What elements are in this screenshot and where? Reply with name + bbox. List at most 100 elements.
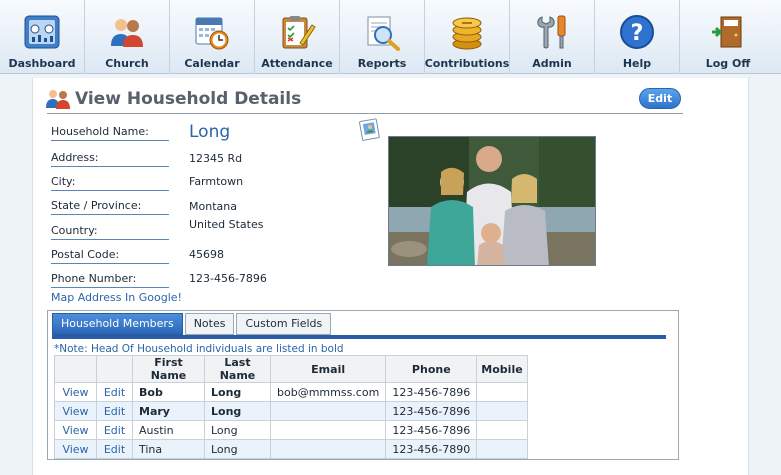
column-header-first-name: First Name <box>132 355 205 383</box>
change-photo-icon[interactable] <box>359 118 381 142</box>
exit-door-icon <box>712 16 742 48</box>
edit-household-button[interactable]: Edit <box>639 88 681 109</box>
household-details-card: View Household Details Edit Household Na… <box>32 78 749 475</box>
map-address-link[interactable]: Map Address In Google! <box>51 291 182 304</box>
main-toolbar: Dashboard Church Calendar Attendance Rep… <box>0 0 781 74</box>
toolbar-label: Calendar <box>184 57 240 70</box>
toolbar-help[interactable]: ? Help <box>595 0 680 74</box>
column-header-phone: Phone <box>385 355 478 383</box>
phone-number-label: Phone Number: <box>51 272 169 288</box>
member-email <box>269 420 387 440</box>
tab-custom-fields[interactable]: Custom Fields <box>236 313 332 335</box>
toolbar-calendar[interactable]: Calendar <box>170 0 255 74</box>
column-header-last-name: Last Name <box>204 355 271 383</box>
toolbar-log-off[interactable]: Log Off <box>680 0 776 74</box>
dashboard-icon <box>24 15 60 49</box>
toolbar-contributions[interactable]: Contributions <box>425 0 510 74</box>
toolbar-dashboard[interactable]: Dashboard <box>0 0 85 74</box>
household-tabs-panel: Household Members Notes Custom Fields *N… <box>47 310 679 460</box>
member-first-name: Tina <box>132 439 205 459</box>
toolbar-church[interactable]: Church <box>85 0 170 74</box>
household-name-value: Long <box>189 122 231 142</box>
member-mobile <box>476 382 528 402</box>
toolbar-reports[interactable]: Reports <box>340 0 425 74</box>
toolbar-label: Church <box>105 57 149 70</box>
country-label: Country: <box>51 224 169 240</box>
tab-underline <box>52 335 666 339</box>
coins-icon <box>452 17 482 50</box>
toolbar-label: Reports <box>357 57 407 70</box>
table-row: View Edit Austin Long 123-456-7896 <box>54 420 528 440</box>
view-member-link[interactable]: View <box>54 382 97 402</box>
member-mobile <box>476 439 528 459</box>
table-row: View Edit Tina Long 123-456-7890 <box>54 439 528 459</box>
member-mobile <box>476 420 528 440</box>
member-first-name: Mary <box>132 401 205 421</box>
members-table: First Name Last Name Email Phone Mobile … <box>54 355 528 459</box>
table-row: View Edit Bob Long bob@mmmss.com 123-456… <box>54 382 528 402</box>
toolbar-admin[interactable]: Admin <box>510 0 595 74</box>
toolbar-attendance[interactable]: Attendance <box>255 0 340 74</box>
postal-code-label: Postal Code: <box>51 248 169 264</box>
state-value: Montana <box>189 200 237 213</box>
column-header-mobile: Mobile <box>476 355 528 383</box>
member-email <box>269 439 387 459</box>
country-value: United States <box>189 218 264 231</box>
member-phone: 123-456-7896 <box>385 420 478 440</box>
member-mobile <box>476 401 528 421</box>
postal-code-value: 45698 <box>189 248 224 261</box>
title-divider <box>47 113 683 114</box>
attendance-clipboard-icon <box>282 16 316 49</box>
view-member-link[interactable]: View <box>54 401 97 421</box>
toolbar-label: Dashboard <box>8 57 76 70</box>
tab-bar: Household Members Notes Custom Fields <box>52 313 333 335</box>
member-phone: 123-456-7890 <box>385 439 478 459</box>
member-email: bob@mmmss.com <box>269 382 387 402</box>
tab-household-members[interactable]: Household Members <box>52 313 183 335</box>
calendar-icon <box>195 17 229 50</box>
household-photo <box>388 136 596 266</box>
toolbar-label: Admin <box>532 57 572 70</box>
view-member-link[interactable]: View <box>54 420 97 440</box>
table-row: View Edit Mary Long 123-456-7896 <box>54 401 528 421</box>
help-icon: ? <box>620 15 654 49</box>
member-last-name: Long <box>204 382 271 402</box>
page-header: View Household Details <box>45 88 301 110</box>
edit-member-link[interactable]: Edit <box>96 420 133 440</box>
toolbar-label: Log Off <box>705 57 751 70</box>
view-member-link[interactable]: View <box>54 439 97 459</box>
head-of-household-note: *Note: Head Of Household individuals are… <box>54 343 344 355</box>
page-title: View Household Details <box>75 89 302 109</box>
address-value: 12345 Rd <box>189 152 243 165</box>
table-header-row: First Name Last Name Email Phone Mobile <box>54 355 528 383</box>
member-last-name: Long <box>204 401 271 421</box>
column-header-email: Email <box>269 355 387 383</box>
household-people-icon <box>46 90 70 109</box>
column-header-view <box>54 355 97 383</box>
toolbar-label: Attendance <box>261 57 333 70</box>
member-email <box>269 401 387 421</box>
city-label: City: <box>51 175 169 191</box>
church-people-icon <box>111 19 143 47</box>
tab-notes[interactable]: Notes <box>184 313 235 335</box>
member-phone: 123-456-7896 <box>385 401 478 421</box>
column-header-edit <box>96 355 133 383</box>
edit-member-link[interactable]: Edit <box>96 401 133 421</box>
phone-number-value: 123-456-7896 <box>189 272 267 285</box>
toolbar-label: Help <box>622 57 652 70</box>
member-first-name: Bob <box>132 382 205 402</box>
member-last-name: Long <box>204 439 271 459</box>
household-name-label: Household Name: <box>51 125 169 141</box>
state-label: State / Province: <box>51 199 169 215</box>
member-phone: 123-456-7896 <box>385 382 478 402</box>
edit-member-link[interactable]: Edit <box>96 439 133 459</box>
address-label: Address: <box>51 151 169 167</box>
reports-magnifier-icon <box>367 16 400 51</box>
city-value: Farmtown <box>189 175 244 188</box>
member-first-name: Austin <box>132 420 205 440</box>
svg-text:?: ? <box>631 21 644 46</box>
tools-icon <box>537 15 566 49</box>
member-last-name: Long <box>204 420 271 440</box>
toolbar-label: Contributions <box>424 57 510 70</box>
edit-member-link[interactable]: Edit <box>96 382 133 402</box>
